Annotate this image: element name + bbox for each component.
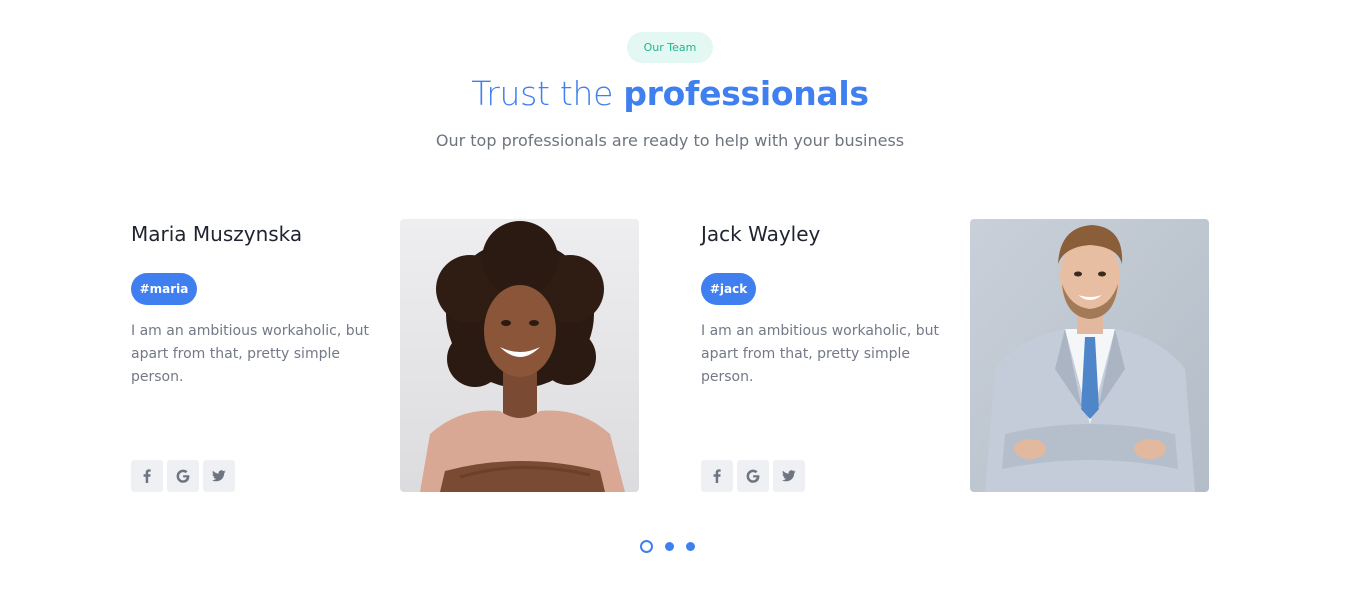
section-title-light: Trust the	[471, 74, 614, 113]
google-icon[interactable]	[737, 460, 769, 492]
section-title-bold: professionals	[623, 74, 869, 113]
facebook-icon[interactable]	[701, 460, 733, 492]
section-badge: Our Team	[627, 32, 713, 63]
social-links	[701, 460, 805, 492]
member-photo-jack	[970, 219, 1209, 492]
carousel-dot-2[interactable]	[665, 542, 674, 551]
google-icon[interactable]	[167, 460, 199, 492]
section-subtitle: Our top professionals are ready to help …	[435, 131, 905, 150]
member-bio: I am an ambitious workaholic, but apart …	[701, 323, 939, 385]
member-name: Maria Muszynska	[131, 222, 303, 246]
member-tag[interactable]: #jack	[701, 273, 756, 305]
carousel-pagination	[640, 540, 695, 553]
facebook-icon[interactable]	[131, 460, 163, 492]
member-photo-maria	[400, 219, 639, 492]
carousel-dot-1[interactable]	[640, 540, 653, 553]
member-tag[interactable]: #maria	[131, 273, 197, 305]
section-title: Trust the professionals	[0, 74, 1340, 113]
carousel-dot-3[interactable]	[686, 542, 695, 551]
twitter-icon[interactable]	[203, 460, 235, 492]
member-bio: I am an ambitious workaholic, but apart …	[131, 323, 369, 385]
member-name: Jack Wayley	[701, 222, 821, 246]
social-links	[131, 460, 235, 492]
twitter-icon[interactable]	[773, 460, 805, 492]
